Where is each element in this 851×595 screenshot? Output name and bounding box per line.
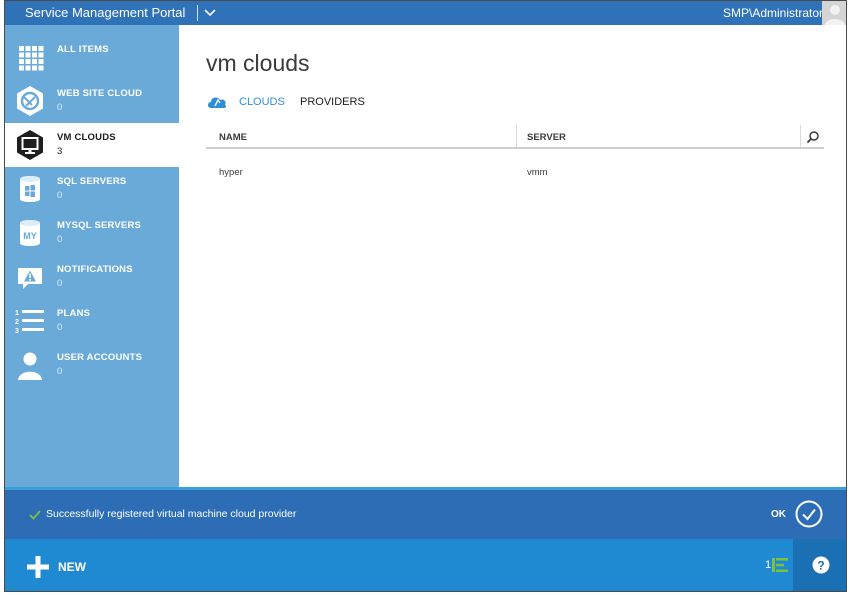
column-header-name[interactable]: NAME xyxy=(219,132,247,143)
sidebar-item-count: 0 xyxy=(57,102,63,113)
task-count[interactable]: 1 xyxy=(765,559,771,571)
sidebar: ALL ITEMS WEB SITE CLOUD 0 VM CLOUDS 3 S… xyxy=(5,25,179,487)
cell-name: hyper xyxy=(219,167,243,178)
page-title: vm clouds xyxy=(206,50,310,76)
tab-clouds[interactable]: CLOUDS xyxy=(239,96,285,108)
user-icon xyxy=(18,352,42,380)
sidebar-item-count: 3 xyxy=(57,146,63,157)
sidebar-item-label: VM CLOUDS xyxy=(57,132,116,143)
monitor-icon xyxy=(17,130,43,160)
notification-message: Successfully registered virtual machine … xyxy=(46,508,297,520)
search-icon[interactable] xyxy=(806,130,820,144)
svg-text:2: 2 xyxy=(15,319,19,326)
tab-providers[interactable]: PROVIDERS xyxy=(300,96,365,108)
cell-server: vmm xyxy=(527,167,548,178)
sidebar-item-label: MYSQL SERVERS xyxy=(57,220,142,231)
sidebar-item-label: ALL ITEMS xyxy=(57,44,109,55)
mysql-database-icon: MY xyxy=(20,220,40,246)
sidebar-item-label: USER ACCOUNTS xyxy=(57,352,143,363)
sidebar-item-notifications[interactable]: NOTIFICATIONS 0 xyxy=(5,255,179,299)
column-divider xyxy=(800,125,801,147)
sidebar-item-count: 0 xyxy=(57,322,63,333)
screenshot-frame: Service Management Portal SMP\Administra… xyxy=(0,0,851,595)
plus-icon xyxy=(27,556,49,578)
grid-icon xyxy=(19,46,44,71)
sidebar-item-vm-clouds[interactable]: VM CLOUDS 3 xyxy=(5,123,179,167)
new-button-label: NEW xyxy=(58,560,86,574)
ok-check-circle-icon[interactable] xyxy=(795,500,823,528)
column-header-server[interactable]: SERVER xyxy=(527,132,566,143)
sidebar-item-count: 0 xyxy=(57,366,63,377)
sidebar-item-label: NOTIFICATIONS xyxy=(57,264,133,275)
notification-bar: Successfully registered virtual machine … xyxy=(5,487,846,539)
portal-window: Service Management Portal SMP\Administra… xyxy=(4,0,847,592)
sidebar-item-label: SQL SERVERS xyxy=(57,176,127,187)
help-icon: ? xyxy=(812,556,830,574)
column-divider xyxy=(516,125,517,147)
sidebar-item-plans[interactable]: 1 2 3 PLANS 0 xyxy=(5,299,179,343)
top-bar-divider xyxy=(197,5,198,21)
main-content: vm clouds CLOUDS PROVIDERS NAME SERVER h… xyxy=(179,25,846,487)
user-name[interactable]: SMP\Administrator xyxy=(723,6,823,20)
sidebar-item-count: 0 xyxy=(57,278,63,289)
svg-text:?: ? xyxy=(817,559,824,573)
alert-icon xyxy=(18,268,42,289)
portal-title[interactable]: Service Management Portal xyxy=(25,5,185,20)
new-button[interactable]: NEW xyxy=(25,553,95,579)
sidebar-item-label: WEB SITE CLOUD xyxy=(57,88,143,99)
sidebar-item-all-items[interactable]: ALL ITEMS xyxy=(5,35,179,79)
sidebar-item-user-accounts[interactable]: USER ACCOUNTS 0 xyxy=(5,343,179,387)
help-button[interactable]: ? xyxy=(793,539,846,591)
tasks-icon[interactable] xyxy=(772,557,790,573)
svg-text:3: 3 xyxy=(15,328,19,335)
table-header: NAME SERVER xyxy=(206,125,824,149)
clouds-table: NAME SERVER hyper vmm xyxy=(206,125,824,178)
chevron-down-icon[interactable] xyxy=(203,4,217,20)
top-bar: Service Management Portal SMP\Administra… xyxy=(5,1,846,25)
svg-text:MY: MY xyxy=(23,231,37,241)
svg-text:1: 1 xyxy=(15,310,19,317)
sidebar-item-mysql-servers[interactable]: MY MYSQL SERVERS 0 xyxy=(5,211,179,255)
sidebar-item-count: 0 xyxy=(57,190,63,201)
sidebar-item-count: 0 xyxy=(57,234,63,245)
table-row[interactable]: hyper vmm xyxy=(206,149,824,178)
user-avatar-icon[interactable] xyxy=(822,1,846,25)
ok-label[interactable]: OK xyxy=(771,509,786,520)
sidebar-item-sql-servers[interactable]: SQL SERVERS 0 xyxy=(5,167,179,211)
sidebar-item-web-site-cloud[interactable]: WEB SITE CLOUD 0 xyxy=(5,79,179,123)
web-site-icon xyxy=(17,86,43,116)
success-check-icon xyxy=(29,510,41,520)
sidebar-item-label: PLANS xyxy=(57,308,91,319)
numbered-list-icon: 1 2 3 xyxy=(15,310,44,335)
command-bar: NEW 1 ? xyxy=(5,539,846,591)
sql-database-icon xyxy=(20,176,40,202)
cloud-icon xyxy=(208,97,227,108)
